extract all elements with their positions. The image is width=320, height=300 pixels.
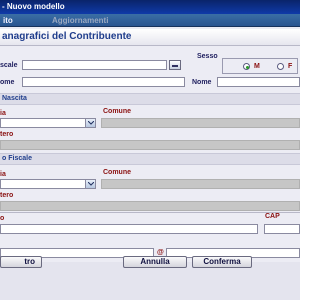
cancel-button[interactable]: Annulla bbox=[123, 256, 187, 268]
heading-band: anagrafici del Contribuente bbox=[0, 29, 300, 46]
chevron-down-icon bbox=[88, 182, 94, 186]
window-title: - Nuovo modello bbox=[0, 0, 300, 14]
calendar-button[interactable] bbox=[169, 60, 181, 70]
cognome-input[interactable] bbox=[22, 77, 185, 87]
domicilio-section-title: o Fiscale bbox=[2, 155, 32, 162]
nascita-provincia-dropdown-button[interactable] bbox=[85, 119, 95, 127]
domicilio-estero-field bbox=[0, 201, 300, 211]
sesso-f-radio[interactable] bbox=[277, 63, 284, 70]
domicilio-comune-label: Comune bbox=[103, 169, 131, 176]
email-at-symbol: @ bbox=[157, 249, 164, 256]
confirm-button[interactable]: Conferma bbox=[192, 256, 252, 268]
nome-input[interactable] bbox=[217, 77, 300, 87]
separator bbox=[0, 212, 300, 213]
menu-item-1[interactable]: ito bbox=[3, 14, 13, 27]
nascita-provincia-label: ia bbox=[0, 110, 6, 117]
domicilio-estero-label: tero bbox=[0, 192, 14, 199]
form-heading: anagrafici del Contribuente bbox=[2, 31, 132, 42]
menu-bar: ito Aggiornamenti bbox=[0, 14, 300, 27]
sesso-radio-group: M F bbox=[222, 58, 298, 74]
nascita-section-band: Nascita bbox=[0, 93, 300, 105]
cap-input[interactable] bbox=[264, 224, 300, 234]
domicilio-provincia-select[interactable] bbox=[0, 179, 96, 189]
sesso-f-label: F bbox=[288, 63, 293, 70]
nome-label: Nome bbox=[192, 79, 212, 86]
nascita-provincia-select[interactable] bbox=[0, 118, 96, 128]
nascita-section-title: Nascita bbox=[2, 95, 27, 102]
codice-fiscale-label: scale bbox=[0, 62, 18, 69]
codice-fiscale-input[interactable] bbox=[22, 60, 167, 70]
cap-label: CAP bbox=[265, 213, 280, 220]
chevron-down-icon bbox=[88, 121, 94, 125]
sesso-m-label: M bbox=[254, 63, 260, 70]
domicilio-comune-field bbox=[101, 179, 300, 189]
sesso-label: Sesso bbox=[197, 53, 218, 60]
domicilio-provincia-label: ia bbox=[0, 171, 6, 178]
domicilio-provincia-dropdown-button[interactable] bbox=[85, 180, 95, 188]
nascita-comune-field bbox=[101, 118, 300, 128]
indirizzo-input[interactable] bbox=[0, 224, 258, 234]
calendar-icon bbox=[172, 65, 178, 67]
back-button[interactable]: tro bbox=[0, 256, 42, 268]
menu-item-aggiornamenti[interactable]: Aggiornamenti bbox=[52, 14, 108, 27]
nascita-estero-field bbox=[0, 140, 300, 150]
nascita-estero-label: tero bbox=[0, 131, 14, 138]
sesso-m-radio[interactable] bbox=[243, 63, 250, 70]
indirizzo-label: o bbox=[0, 215, 5, 222]
domicilio-section-band: o Fiscale bbox=[0, 153, 300, 165]
nascita-comune-label: Comune bbox=[103, 108, 131, 115]
cognome-label: ome bbox=[0, 79, 15, 86]
